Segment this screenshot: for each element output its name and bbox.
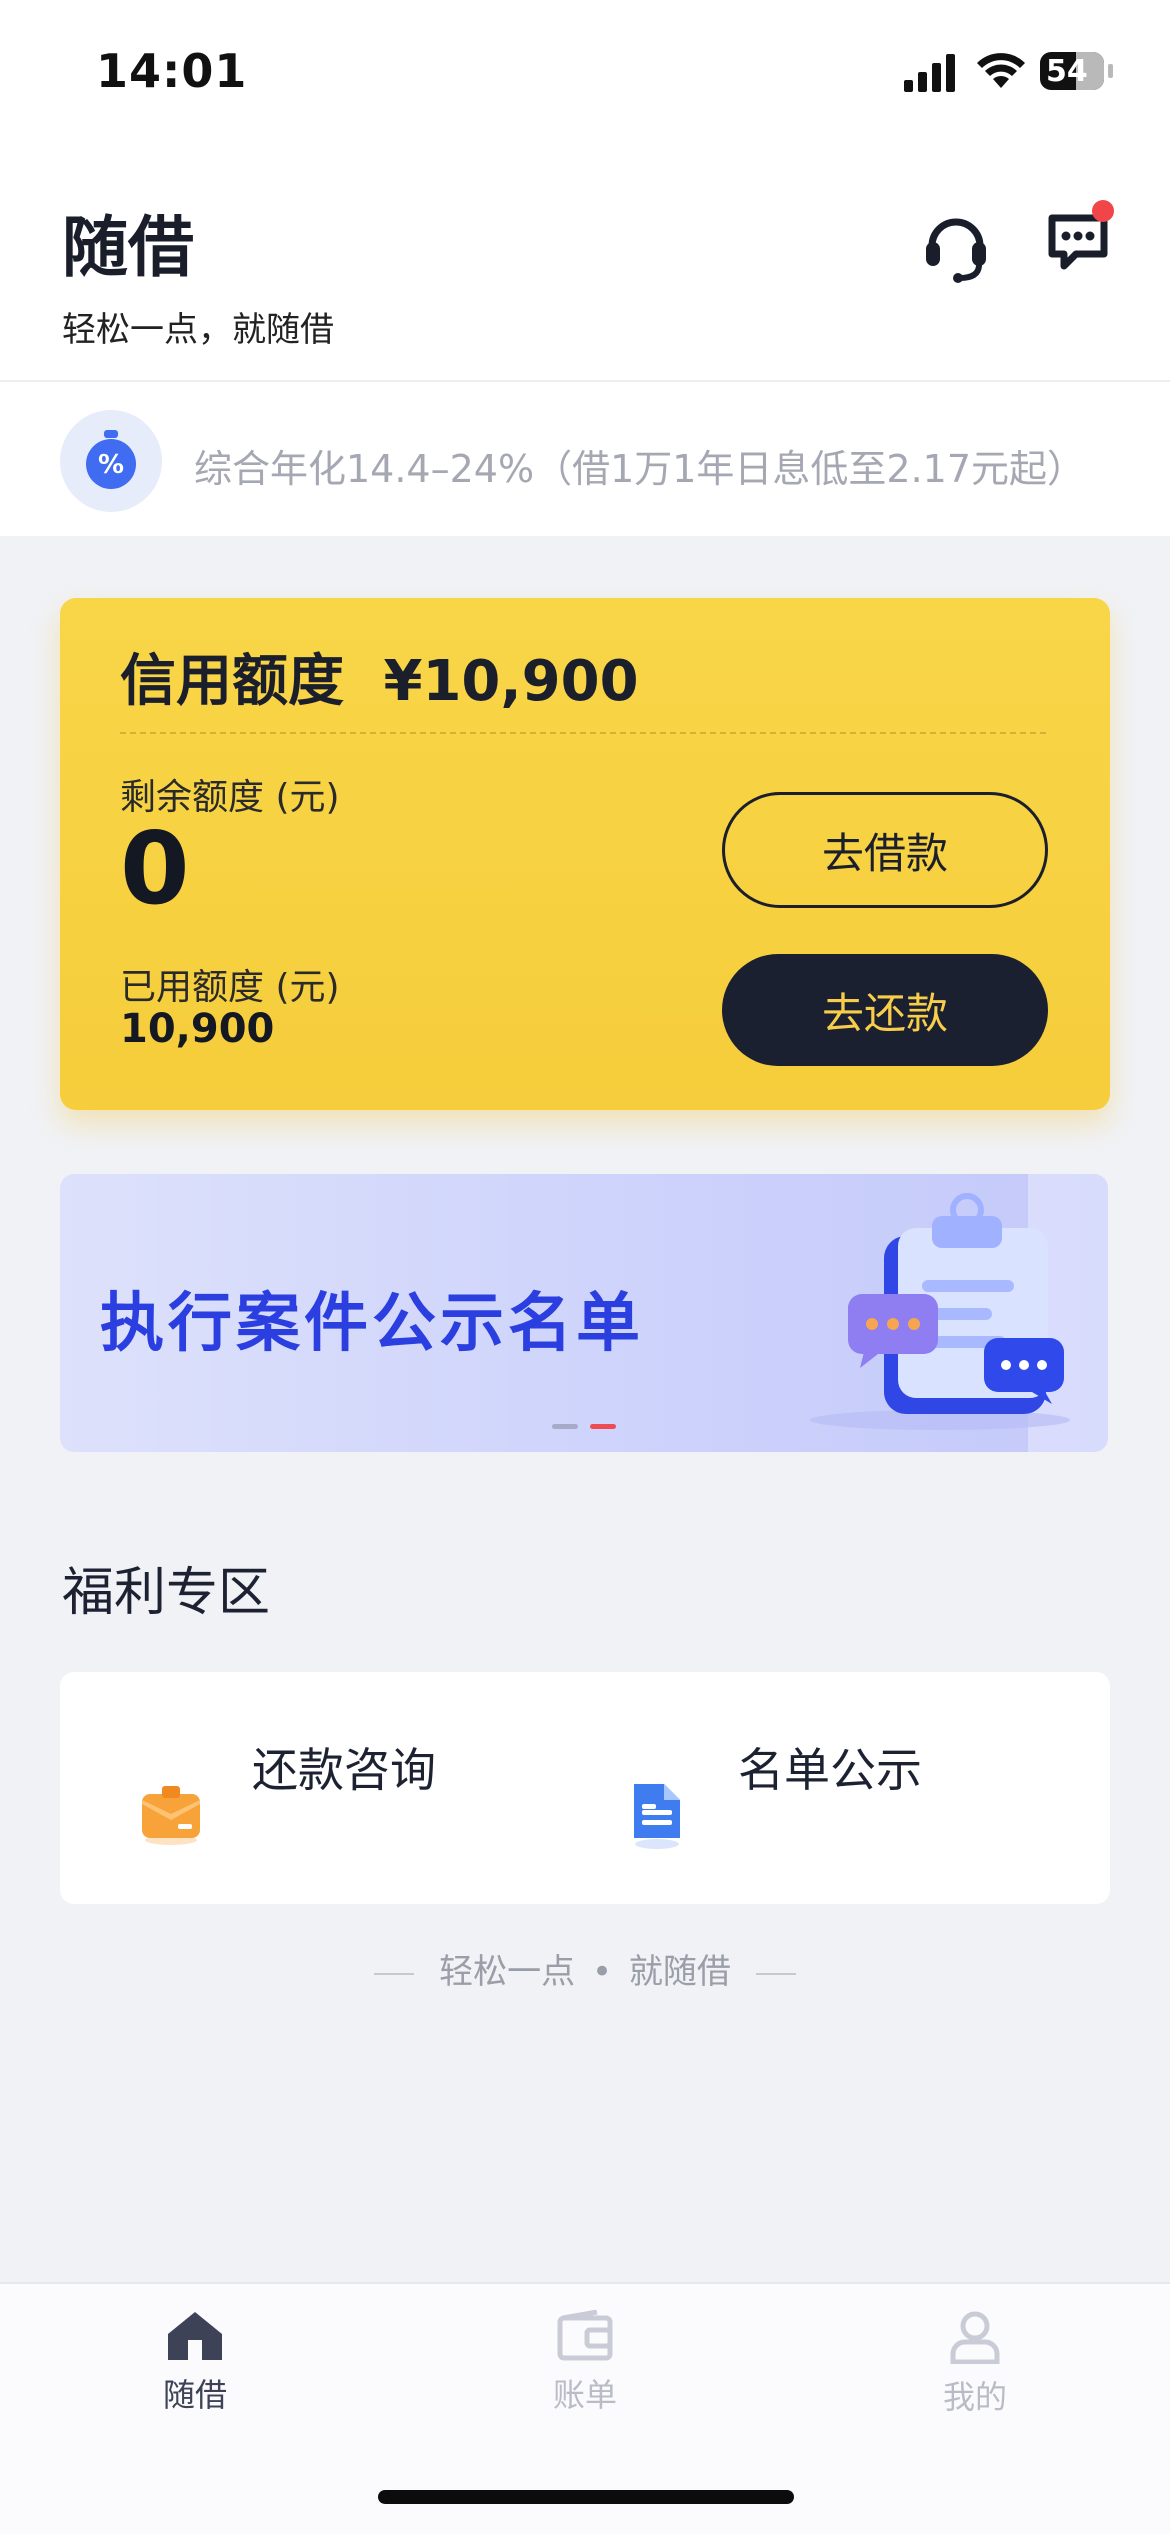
carousel-dot[interactable] (552, 1424, 578, 1429)
slogan-dot: • (591, 1952, 613, 1992)
cellular-signal-icon (904, 54, 955, 92)
page-title: 随借 (62, 209, 194, 286)
status-bar: 14:01 54 (0, 0, 1170, 150)
tab-profile[interactable]: 我的 (780, 2284, 1170, 2454)
carousel-dot-active[interactable] (590, 1424, 616, 1429)
credit-limit-title: 信用额度 ¥10,900 (120, 636, 639, 717)
banner-title: 执行案件公示名单 (100, 1287, 644, 1361)
wallet-icon (557, 2310, 613, 2361)
promo-banner[interactable]: 执行案件公示名单 (60, 1174, 1108, 1452)
rate-notice-bar: % 综合年化14.4–24%（借1万1年日息低至2.17元起） (0, 382, 1170, 536)
welfare-item-label: 名单公示 (738, 1743, 922, 1797)
customer-service-icon[interactable] (920, 208, 992, 284)
welfare-item-repayment-consult[interactable]: 还款咨询 (120, 1712, 540, 1862)
slogan-line-right (755, 1972, 796, 1975)
welfare-item-label: 还款咨询 (252, 1743, 436, 1797)
clipboard-illustration-icon (810, 1193, 1070, 1430)
credit-limit-label: 信用额度 (120, 649, 344, 714)
credit-limit-amount: ¥10,900 (383, 649, 639, 714)
notification-dot (1092, 200, 1114, 222)
footer-slogan: 轻松一点 • 就随借 (0, 1944, 1170, 1993)
home-icon (168, 2312, 222, 2360)
profile-icon (950, 2311, 1000, 2364)
welfare-card: 还款咨询 名单公示 (60, 1672, 1110, 1904)
tab-label: 账单 (552, 2376, 617, 2414)
slogan-line-left (374, 1972, 415, 1975)
slogan-text-right: 就随借 (628, 1952, 731, 1992)
page-subtitle: 轻松一点，就随借 (62, 310, 334, 350)
consultant-icon (142, 1786, 200, 1845)
percent-icon: % (86, 430, 136, 489)
used-limit-label: 已用额度 (元) (120, 967, 340, 1008)
borrow-button[interactable]: 去借款 (722, 792, 1048, 908)
status-time: 14:01 (96, 44, 248, 98)
welfare-item-list-disclosure[interactable]: 名单公示 (606, 1712, 1026, 1862)
svg-text:%: % (98, 450, 124, 480)
battery-tip (1108, 64, 1113, 78)
document-icon (634, 1784, 680, 1849)
tab-bills[interactable]: 账单 (390, 2284, 780, 2454)
card-divider (120, 732, 1046, 734)
rate-badge: % (60, 410, 162, 512)
remaining-limit-value: 0 (120, 810, 190, 927)
tab-label: 随借 (162, 2376, 227, 2414)
tab-label: 我的 (942, 2378, 1007, 2416)
welfare-section-title: 福利专区 (62, 1563, 271, 1623)
app-header: 随借 轻松一点，就随借 (0, 150, 1170, 382)
wifi-icon (977, 53, 1025, 88)
used-limit-value: 10,900 (120, 1006, 275, 1052)
repay-button[interactable]: 去还款 (722, 954, 1048, 1066)
battery-level: 54 (1046, 54, 1088, 89)
credit-limit-card: 信用额度 ¥10,900 剩余额度 (元) 0 已用额度 (元) 10,900 … (60, 598, 1110, 1110)
tab-home[interactable]: 随借 (0, 2284, 390, 2454)
home-indicator (378, 2490, 794, 2504)
slogan-text-left: 轻松一点 (439, 1952, 576, 1992)
rate-notice-text: 综合年化14.4–24%（借1万1年日息低至2.17元起） (194, 447, 1086, 491)
battery-icon: 54 (1040, 52, 1104, 90)
